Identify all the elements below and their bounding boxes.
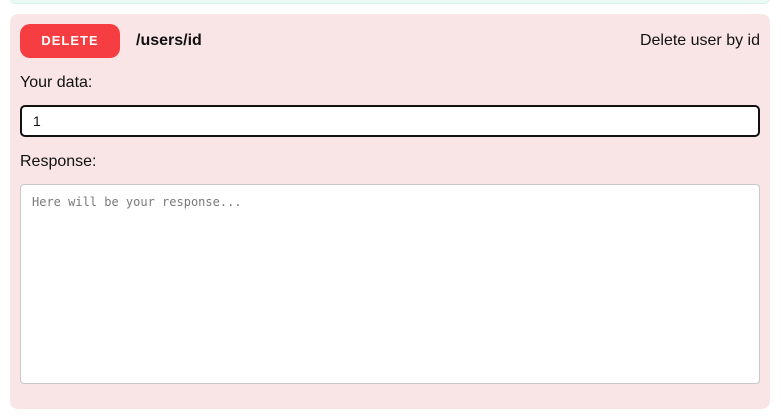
delete-method-button[interactable]: DELETE [20,24,120,58]
endpoint-path: /users/id [136,32,202,49]
response-label: Response: [20,153,97,170]
your-data-label: Your data: [20,74,93,91]
endpoint-header: DELETE /users/id Delete user by id [20,24,760,58]
data-input[interactable] [20,105,760,137]
previous-endpoint-card [10,0,770,4]
delete-endpoint-card: DELETE /users/id Delete user by id Your … [10,14,770,409]
endpoint-description: Delete user by id [639,32,760,49]
response-textarea[interactable] [20,184,760,384]
